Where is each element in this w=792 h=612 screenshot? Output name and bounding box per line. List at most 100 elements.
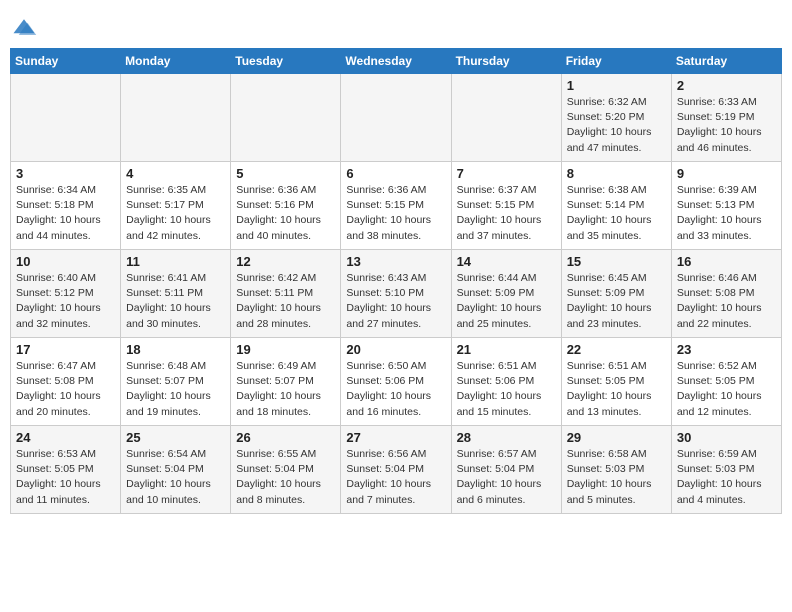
calendar-cell: 7Sunrise: 6:37 AM Sunset: 5:15 PM Daylig…: [451, 162, 561, 250]
day-info: Sunrise: 6:36 AM Sunset: 5:15 PM Dayligh…: [346, 183, 445, 244]
day-info: Sunrise: 6:33 AM Sunset: 5:19 PM Dayligh…: [677, 95, 776, 156]
calendar-cell: 2Sunrise: 6:33 AM Sunset: 5:19 PM Daylig…: [671, 74, 781, 162]
day-info: Sunrise: 6:37 AM Sunset: 5:15 PM Dayligh…: [457, 183, 556, 244]
day-number: 23: [677, 342, 776, 357]
day-info: Sunrise: 6:49 AM Sunset: 5:07 PM Dayligh…: [236, 359, 335, 420]
calendar-cell: 5 Sunrise: 6:36 AM Sunset: 5:16 PM Daylig…: [231, 162, 341, 250]
calendar-cell: 23 Sunrise: 6:52 AM Sunset: 5:05 PM Dayli…: [671, 338, 781, 426]
week-row-1: 1Sunrise: 6:32 AM Sunset: 5:20 PM Daylig…: [11, 74, 782, 162]
day-info: Sunrise: 6:52 AM Sunset: 5:05 PM Dayligh…: [677, 359, 776, 420]
day-info: Sunrise: 6:51 AM Sunset: 5:05 PM Dayligh…: [567, 359, 666, 420]
calendar-cell: 21 Sunrise: 6:51 AM Sunset: 5:06 PM Dayli…: [451, 338, 561, 426]
calendar-cell: [11, 74, 121, 162]
day-number: 11: [126, 254, 225, 269]
calendar-cell: 27 Sunrise: 6:56 AM Sunset: 5:04 PM Dayli…: [341, 426, 451, 514]
day-number: 27: [346, 430, 445, 445]
calendar-cell: 1Sunrise: 6:32 AM Sunset: 5:20 PM Daylig…: [561, 74, 671, 162]
weekday-header-sunday: Sunday: [11, 49, 121, 74]
day-number: 14: [457, 254, 556, 269]
calendar-body: 1Sunrise: 6:32 AM Sunset: 5:20 PM Daylig…: [11, 74, 782, 514]
logo: [10, 10, 42, 42]
day-info: Sunrise: 6:56 AM Sunset: 5:04 PM Dayligh…: [346, 447, 445, 508]
day-number: 9: [677, 166, 776, 181]
day-number: 4: [126, 166, 225, 181]
calendar-cell: 9 Sunrise: 6:39 AM Sunset: 5:13 PM Daylig…: [671, 162, 781, 250]
calendar-cell: 11 Sunrise: 6:41 AM Sunset: 5:11 PM Dayli…: [121, 250, 231, 338]
day-info: Sunrise: 6:58 AM Sunset: 5:03 PM Dayligh…: [567, 447, 666, 508]
day-info: Sunrise: 6:59 AM Sunset: 5:03 PM Dayligh…: [677, 447, 776, 508]
day-number: 10: [16, 254, 115, 269]
calendar-cell: 24 Sunrise: 6:53 AM Sunset: 5:05 PM Dayli…: [11, 426, 121, 514]
day-number: 20: [346, 342, 445, 357]
day-info: Sunrise: 6:43 AM Sunset: 5:10 PM Dayligh…: [346, 271, 445, 332]
day-info: Sunrise: 6:44 AM Sunset: 5:09 PM Dayligh…: [457, 271, 556, 332]
calendar-cell: 6 Sunrise: 6:36 AM Sunset: 5:15 PM Daylig…: [341, 162, 451, 250]
day-number: 25: [126, 430, 225, 445]
calendar-cell: 18Sunrise: 6:48 AM Sunset: 5:07 PM Dayli…: [121, 338, 231, 426]
week-row-2: 3 Sunrise: 6:34 AM Sunset: 5:18 PM Daylig…: [11, 162, 782, 250]
weekday-header-tuesday: Tuesday: [231, 49, 341, 74]
weekday-header-friday: Friday: [561, 49, 671, 74]
day-info: Sunrise: 6:55 AM Sunset: 5:04 PM Dayligh…: [236, 447, 335, 508]
calendar-cell: 22 Sunrise: 6:51 AM Sunset: 5:05 PM Dayli…: [561, 338, 671, 426]
day-info: Sunrise: 6:45 AM Sunset: 5:09 PM Dayligh…: [567, 271, 666, 332]
calendar-cell: 19Sunrise: 6:49 AM Sunset: 5:07 PM Dayli…: [231, 338, 341, 426]
day-number: 28: [457, 430, 556, 445]
calendar-cell: 8 Sunrise: 6:38 AM Sunset: 5:14 PM Daylig…: [561, 162, 671, 250]
day-number: 3: [16, 166, 115, 181]
day-info: Sunrise: 6:54 AM Sunset: 5:04 PM Dayligh…: [126, 447, 225, 508]
day-number: 26: [236, 430, 335, 445]
calendar-cell: [231, 74, 341, 162]
day-info: Sunrise: 6:42 AM Sunset: 5:11 PM Dayligh…: [236, 271, 335, 332]
calendar-cell: 16 Sunrise: 6:46 AM Sunset: 5:08 PM Dayli…: [671, 250, 781, 338]
day-number: 24: [16, 430, 115, 445]
day-number: 15: [567, 254, 666, 269]
calendar-cell: 14 Sunrise: 6:44 AM Sunset: 5:09 PM Dayli…: [451, 250, 561, 338]
day-info: Sunrise: 6:36 AM Sunset: 5:16 PM Dayligh…: [236, 183, 335, 244]
day-info: Sunrise: 6:32 AM Sunset: 5:20 PM Dayligh…: [567, 95, 666, 156]
day-info: Sunrise: 6:38 AM Sunset: 5:14 PM Dayligh…: [567, 183, 666, 244]
week-row-3: 10 Sunrise: 6:40 AM Sunset: 5:12 PM Dayli…: [11, 250, 782, 338]
page-header: [10, 10, 782, 42]
day-info: Sunrise: 6:53 AM Sunset: 5:05 PM Dayligh…: [16, 447, 115, 508]
calendar-cell: [121, 74, 231, 162]
day-info: Sunrise: 6:46 AM Sunset: 5:08 PM Dayligh…: [677, 271, 776, 332]
day-number: 29: [567, 430, 666, 445]
calendar-cell: 20 Sunrise: 6:50 AM Sunset: 5:06 PM Dayli…: [341, 338, 451, 426]
weekday-header-saturday: Saturday: [671, 49, 781, 74]
day-number: 16: [677, 254, 776, 269]
calendar-cell: 3 Sunrise: 6:34 AM Sunset: 5:18 PM Daylig…: [11, 162, 121, 250]
calendar-cell: 28 Sunrise: 6:57 AM Sunset: 5:04 PM Dayli…: [451, 426, 561, 514]
day-number: 6: [346, 166, 445, 181]
logo-icon: [10, 14, 38, 42]
weekday-header-thursday: Thursday: [451, 49, 561, 74]
day-info: Sunrise: 6:47 AM Sunset: 5:08 PM Dayligh…: [16, 359, 115, 420]
week-row-5: 24 Sunrise: 6:53 AM Sunset: 5:05 PM Dayli…: [11, 426, 782, 514]
day-info: Sunrise: 6:34 AM Sunset: 5:18 PM Dayligh…: [16, 183, 115, 244]
calendar-cell: 30 Sunrise: 6:59 AM Sunset: 5:03 PM Dayli…: [671, 426, 781, 514]
calendar-cell: [341, 74, 451, 162]
day-number: 13: [346, 254, 445, 269]
day-info: Sunrise: 6:40 AM Sunset: 5:12 PM Dayligh…: [16, 271, 115, 332]
day-info: Sunrise: 6:48 AM Sunset: 5:07 PM Dayligh…: [126, 359, 225, 420]
day-number: 21: [457, 342, 556, 357]
calendar-cell: 29 Sunrise: 6:58 AM Sunset: 5:03 PM Dayli…: [561, 426, 671, 514]
calendar-cell: 17 Sunrise: 6:47 AM Sunset: 5:08 PM Dayli…: [11, 338, 121, 426]
day-number: 5: [236, 166, 335, 181]
calendar-table: SundayMondayTuesdayWednesdayThursdayFrid…: [10, 48, 782, 514]
day-info: Sunrise: 6:51 AM Sunset: 5:06 PM Dayligh…: [457, 359, 556, 420]
calendar-cell: 26 Sunrise: 6:55 AM Sunset: 5:04 PM Dayli…: [231, 426, 341, 514]
day-number: 22: [567, 342, 666, 357]
day-number: 8: [567, 166, 666, 181]
calendar-cell: 12Sunrise: 6:42 AM Sunset: 5:11 PM Dayli…: [231, 250, 341, 338]
weekday-header-monday: Monday: [121, 49, 231, 74]
day-number: 17: [16, 342, 115, 357]
day-info: Sunrise: 6:50 AM Sunset: 5:06 PM Dayligh…: [346, 359, 445, 420]
day-info: Sunrise: 6:39 AM Sunset: 5:13 PM Dayligh…: [677, 183, 776, 244]
calendar-cell: 25 Sunrise: 6:54 AM Sunset: 5:04 PM Dayli…: [121, 426, 231, 514]
day-number: 30: [677, 430, 776, 445]
calendar-cell: 15 Sunrise: 6:45 AM Sunset: 5:09 PM Dayli…: [561, 250, 671, 338]
day-info: Sunrise: 6:41 AM Sunset: 5:11 PM Dayligh…: [126, 271, 225, 332]
day-info: Sunrise: 6:57 AM Sunset: 5:04 PM Dayligh…: [457, 447, 556, 508]
day-info: Sunrise: 6:35 AM Sunset: 5:17 PM Dayligh…: [126, 183, 225, 244]
